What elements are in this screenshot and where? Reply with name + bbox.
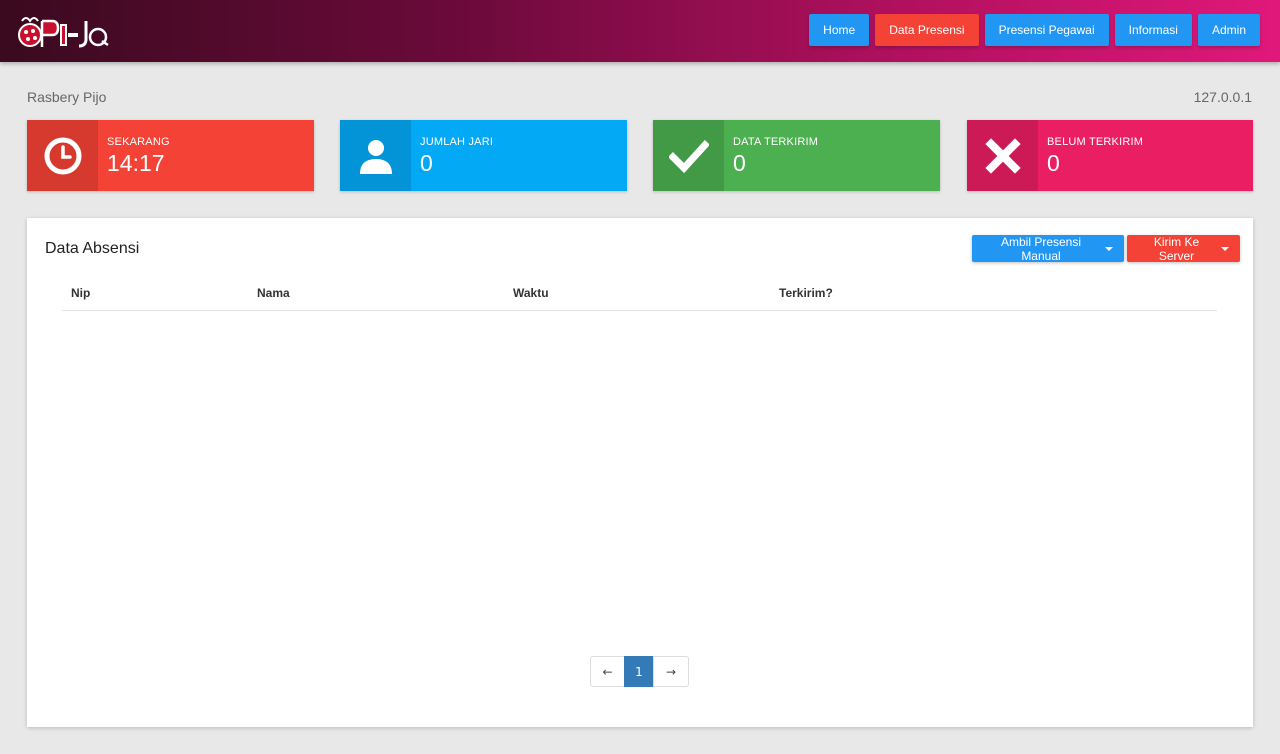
nav-admin-button[interactable]: Admin xyxy=(1197,14,1260,46)
check-icon xyxy=(653,120,724,191)
top-navbar: Home Data Presensi Presensi Pegawai Info… xyxy=(0,0,1280,62)
clock-icon xyxy=(27,120,98,191)
ambil-presensi-manual-button[interactable]: Ambil Presensi Manual xyxy=(972,234,1124,263)
site-name: Rasbery Pijo xyxy=(27,89,107,105)
nav-informasi-button[interactable]: Informasi xyxy=(1114,14,1192,46)
card-value: 0 xyxy=(1047,150,1060,176)
pagination: ← 1 → xyxy=(590,656,689,687)
main-nav: Home Data Presensi Presensi Pegawai Info… xyxy=(809,14,1260,46)
card-label: DATA TERKIRIM xyxy=(733,136,819,148)
nav-presensi-pegawai-button[interactable]: Presensi Pegawai xyxy=(984,14,1109,46)
column-header-waktu[interactable]: Waktu xyxy=(513,286,549,300)
card-label: SEKARANG xyxy=(107,136,170,148)
card-label: JUMLAH JARI xyxy=(420,136,494,148)
nav-home-button[interactable]: Home xyxy=(809,14,870,46)
card-label: BELUM TERKIRIM xyxy=(1047,136,1144,148)
nav-data-presensi-button[interactable]: Data Presensi xyxy=(875,14,979,46)
button-label: Kirim Ke Server xyxy=(1153,234,1200,263)
card-value: 14:17 xyxy=(107,150,165,176)
pagination-page-1[interactable]: 1 xyxy=(624,656,654,687)
column-header-terkirim[interactable]: Terkirim? xyxy=(779,286,833,300)
card-jumlah-jari: JUMLAH JARI 0 xyxy=(340,120,627,191)
user-icon xyxy=(340,120,411,191)
absensi-panel: Data Absensi Ambil Presensi Manual Kirim… xyxy=(27,218,1253,727)
card-value: 0 xyxy=(733,150,746,176)
panel-title: Data Absensi xyxy=(45,240,140,257)
table-header: Nip Nama Waktu Terkirim? xyxy=(62,276,1217,311)
card-belum-terkirim: BELUM TERKIRIM 0 xyxy=(967,120,1253,191)
pagination-next-button[interactable]: → xyxy=(653,656,689,687)
card-sekarang: SEKARANG 14:17 xyxy=(27,120,314,191)
card-value: 0 xyxy=(420,150,433,176)
pijo-logo[interactable] xyxy=(16,9,112,51)
server-ip: 127.0.0.1 xyxy=(1193,89,1252,105)
card-data-terkirim: DATA TERKIRIM 0 xyxy=(653,120,940,191)
caret-down-icon xyxy=(1221,246,1229,251)
cross-icon xyxy=(967,120,1038,191)
pagination-prev-button[interactable]: ← xyxy=(590,656,625,687)
column-header-nip[interactable]: Nip xyxy=(71,286,90,300)
column-header-nama[interactable]: Nama xyxy=(257,286,290,300)
caret-down-icon xyxy=(1105,246,1113,251)
button-label: Ambil Presensi Manual xyxy=(1000,234,1082,263)
kirim-ke-server-button[interactable]: Kirim Ke Server xyxy=(1127,234,1240,263)
